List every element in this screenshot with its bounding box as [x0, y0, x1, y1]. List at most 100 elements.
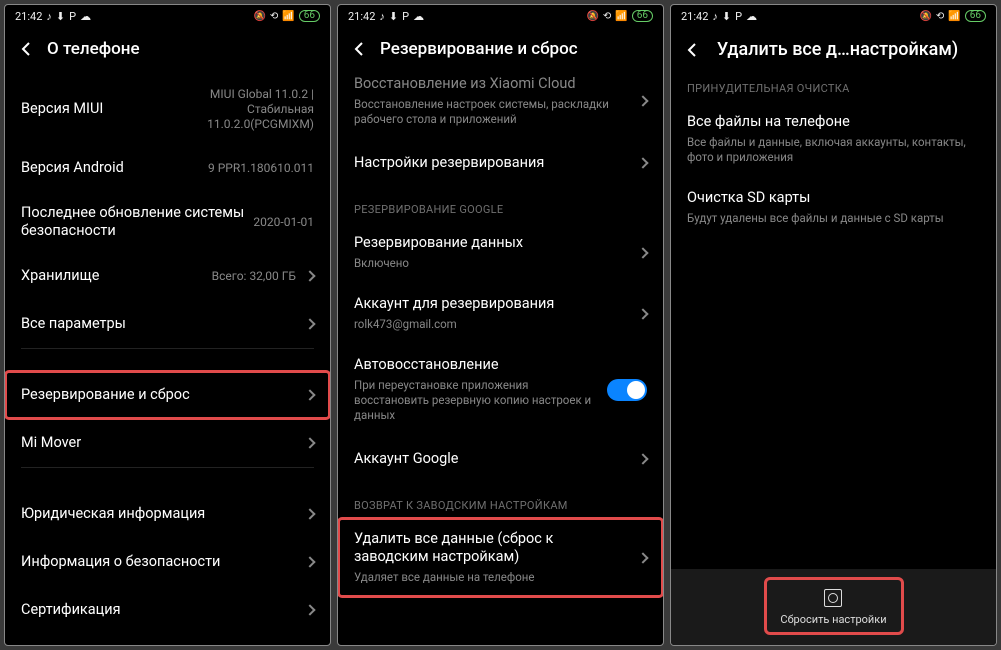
row-data-backup[interactable]: Резервирование данных Включено: [338, 222, 663, 283]
tiktok-icon: ♪: [46, 10, 52, 23]
value: 2020-01-01: [253, 215, 314, 230]
label: Аккаунт Google: [354, 450, 629, 468]
label: Хранилище: [21, 267, 212, 285]
label: Версия Android: [21, 159, 208, 177]
label: Аккаунт для резервирования: [354, 295, 629, 313]
chevron-right-icon: [304, 319, 315, 330]
toggle-switch-on[interactable]: [607, 379, 647, 401]
app-icon: P: [402, 10, 409, 23]
phone-screen-erase: 21:42 ♪ ⬇ P ☁ 🔕 ⟲ 📶 66 Удалить все д…нас…: [670, 4, 997, 646]
content: ПРИНУДИТЕЛЬНАЯ ОЧИСТКА Все файлы на теле…: [671, 76, 996, 645]
subtext: Восстановление настроек системы, расклад…: [354, 97, 629, 127]
subtext: При переустановке приложения восстановит…: [354, 378, 599, 423]
row-auto-restore[interactable]: Автовосстановление При переустановке при…: [338, 344, 663, 435]
row-google-account[interactable]: Аккаунт Google: [338, 435, 663, 483]
app-icon: P: [69, 10, 76, 23]
chevron-right-icon: [637, 95, 648, 106]
page-title: Резервирование и сброс: [380, 39, 649, 59]
phone-screen-backup: 21:42 ♪ ⬇ P ☁ 🔕 ⟲ 📶 66 Резервирование и …: [337, 4, 664, 646]
value: 9 PPR1.180610.011: [208, 161, 314, 176]
back-icon[interactable]: [19, 42, 33, 56]
row-backup-settings[interactable]: Настройки резервирования: [338, 139, 663, 187]
row-erase-all-data[interactable]: Удалить все данные (сброс к заводским на…: [338, 518, 663, 597]
app-icon: P: [735, 10, 742, 23]
battery-icon: 66: [632, 10, 653, 22]
battery-icon: 66: [299, 10, 320, 22]
download-icon: ⬇: [389, 10, 398, 23]
subtext: Будут удалены все файлы и данные с SD ка…: [687, 211, 980, 226]
label: Все файлы на телефоне: [687, 113, 980, 131]
row-legal[interactable]: Юридическая информация: [5, 490, 330, 538]
page-title: Удалить все д…настройкам): [713, 39, 982, 60]
label: Юридическая информация: [21, 505, 296, 523]
label: Восстановление из Xiaomi Cloud: [354, 75, 629, 93]
chevron-right-icon: [637, 157, 648, 168]
tiktok-icon: ♪: [712, 10, 718, 23]
label: Все параметры: [21, 315, 296, 333]
rotate-icon: ⟲: [603, 11, 611, 22]
subtext: Удаляет все данные на телефоне: [354, 570, 629, 585]
label: Последнее обновление системы безопасност…: [21, 204, 253, 240]
header: Резервирование и сброс: [338, 27, 663, 75]
cloud-icon: ☁: [80, 10, 91, 23]
mute-icon: 🔕: [253, 11, 265, 22]
clock: 21:42: [681, 10, 708, 23]
rotate-icon: ⟲: [270, 11, 278, 22]
section-factory-reset: ВОЗВРАТ К ЗАВОДСКИМ НАСТРОЙКАМ: [338, 483, 663, 518]
row-all-specs[interactable]: Все параметры: [5, 300, 330, 348]
cloud-icon: ☁: [413, 10, 424, 23]
bottom-bar: Сбросить настройки: [671, 569, 996, 645]
back-icon[interactable]: [685, 43, 699, 57]
phone-screen-about: 21:42 ♪ ⬇ P ☁ 🔕 ⟲ 📶 66 О телефоне Версия…: [4, 4, 331, 646]
label: Резервирование данных: [354, 234, 629, 252]
chevron-right-icon: [304, 557, 315, 568]
row-backup-reset[interactable]: Резервирование и сброс: [5, 371, 330, 419]
row-security-update[interactable]: Последнее обновление системы безопасност…: [5, 192, 330, 252]
chevron-right-icon: [304, 390, 315, 401]
row-sd-card[interactable]: Очистка SD карты Будут удалены все файлы…: [671, 177, 996, 238]
row-mi-mover[interactable]: Mi Mover: [5, 419, 330, 467]
row-backup-account[interactable]: Аккаунт для резервирования rolk473@gmail…: [338, 283, 663, 344]
chevron-right-icon: [304, 438, 315, 449]
value: Всего: 32,00 ГБ: [212, 269, 296, 284]
download-icon: ⬇: [722, 10, 731, 23]
tiktok-icon: ♪: [379, 10, 385, 23]
label: Версия MIUI: [21, 100, 174, 118]
row-xiaomi-cloud[interactable]: Восстановление из Xiaomi Cloud Восстанов…: [338, 75, 663, 139]
chevron-right-icon: [304, 271, 315, 282]
chevron-right-icon: [637, 453, 648, 464]
subtext: Включено: [354, 256, 629, 271]
status-bar: 21:42 ♪ ⬇ P ☁ 🔕 ⟲ 📶 66: [5, 5, 330, 27]
mute-icon: 🔕: [919, 11, 931, 22]
section-google-backup: РЕЗЕРВИРОВАНИЕ GOOGLE: [338, 187, 663, 222]
row-miui[interactable]: Версия MIUI MIUI Global 11.0.2 | Стабиль…: [5, 75, 330, 144]
page-title: О телефоне: [47, 39, 316, 59]
back-icon[interactable]: [352, 42, 366, 56]
clock: 21:42: [348, 10, 375, 23]
row-safety-info[interactable]: Информация о безопасности: [5, 538, 330, 586]
row-all-files[interactable]: Все файлы на телефоне Все файлы и данные…: [671, 101, 996, 177]
subtext: Все файлы и данные, включая аккаунты, ко…: [687, 135, 980, 165]
label: Сертификация: [21, 601, 296, 619]
chevron-right-icon: [637, 308, 648, 319]
mute-icon: 🔕: [586, 11, 598, 22]
rotate-icon: ⟲: [936, 11, 944, 22]
row-storage[interactable]: Хранилище Всего: 32,00 ГБ: [5, 252, 330, 300]
clock: 21:42: [15, 10, 42, 23]
wifi-icon: 📶: [615, 11, 627, 22]
cloud-icon: ☁: [746, 10, 757, 23]
status-bar: 21:42 ♪ ⬇ P ☁ 🔕 ⟲ 📶 66: [338, 5, 663, 27]
subtext: rolk473@gmail.com: [354, 317, 629, 332]
header: Удалить все д…настройкам): [671, 27, 996, 76]
label: Очистка SD карты: [687, 189, 980, 207]
label: Автовосстановление: [354, 356, 599, 374]
content: Восстановление из Xiaomi Cloud Восстанов…: [338, 75, 663, 645]
content: Версия MIUI MIUI Global 11.0.2 | Стабиль…: [5, 75, 330, 645]
row-certification[interactable]: Сертификация: [5, 586, 330, 634]
wifi-icon: 📶: [282, 11, 294, 22]
wifi-icon: 📶: [948, 11, 960, 22]
row-android[interactable]: Версия Android 9 PPR1.180610.011: [5, 144, 330, 192]
label: Настройки резервирования: [354, 154, 629, 172]
chevron-right-icon: [304, 605, 315, 616]
label: Mi Mover: [21, 434, 296, 452]
